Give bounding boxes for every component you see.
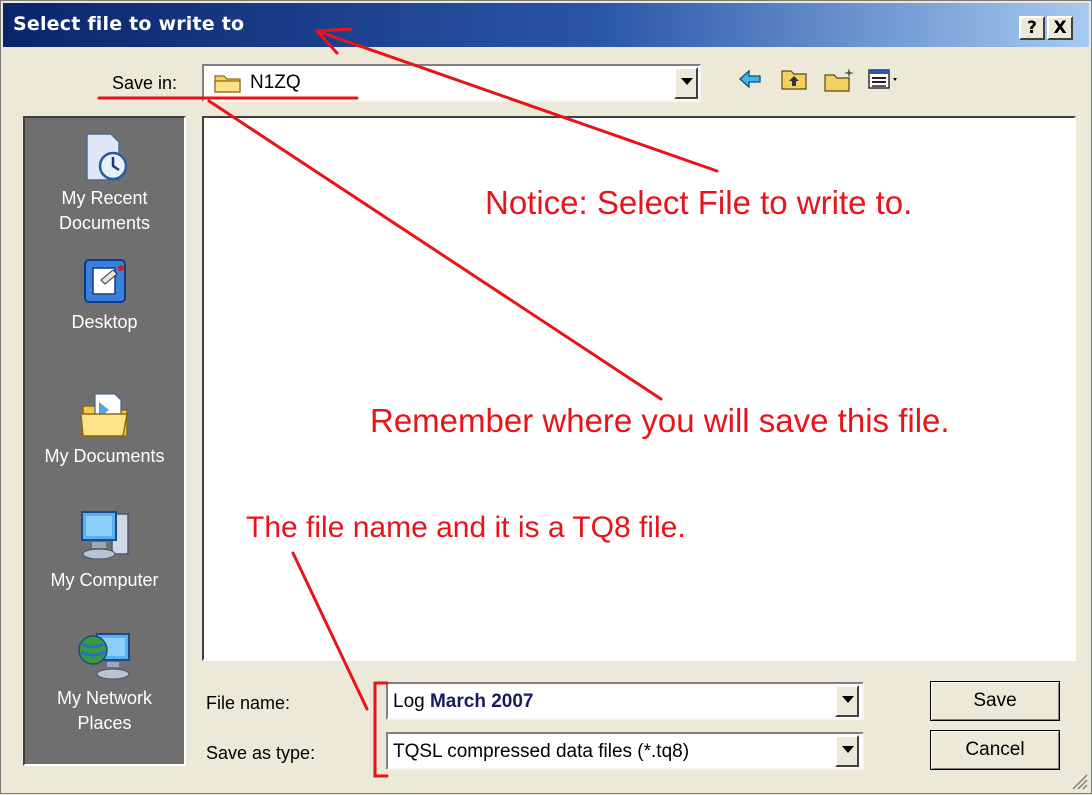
help-button[interactable]: ? <box>1019 16 1045 40</box>
place-label-line1: Desktop <box>71 312 138 332</box>
place-network-places[interactable]: My Network Places <box>25 626 184 736</box>
title-bar: Select file to write to ? X <box>3 3 1089 47</box>
cancel-button[interactable]: Cancel <box>930 730 1060 770</box>
annotation-remember: Remember where you will save this file. <box>370 402 950 439</box>
view-menu-icon[interactable] <box>867 67 903 91</box>
resize-grip-icon[interactable] <box>1069 771 1089 791</box>
my-computer-icon <box>80 511 129 560</box>
window-title: Select file to write to <box>13 13 245 35</box>
save-in-label: Save in: <box>112 73 178 93</box>
file-name-highlight: March 2007 <box>429 691 534 712</box>
place-my-computer[interactable]: My Computer <box>25 506 184 593</box>
network-places-icon <box>77 633 130 680</box>
close-button[interactable]: X <box>1047 16 1073 40</box>
back-arrow-icon[interactable] <box>737 67 763 91</box>
up-folder-icon[interactable] <box>780 67 808 91</box>
save-in-dropdown-button[interactable] <box>674 67 698 99</box>
place-my-documents[interactable]: My Documents <box>25 386 184 469</box>
save-as-type-select[interactable]: TQSL compressed data files (*.tq8) <box>386 732 864 770</box>
place-label-line1: My Recent <box>61 188 148 208</box>
file-name-prefix: Log <box>393 691 430 712</box>
place-label-line1: My Documents <box>44 446 165 466</box>
folder-icon <box>214 75 241 93</box>
place-desktop[interactable]: Desktop <box>25 256 184 335</box>
place-recent-documents[interactable]: My Recent Documents <box>25 130 184 236</box>
my-documents-icon <box>79 393 128 437</box>
save-as-type-dropdown-button[interactable] <box>835 735 859 767</box>
place-label-line1: My Computer <box>50 570 159 590</box>
save-in-combo[interactable]: N1ZQ <box>202 64 701 102</box>
file-name-field[interactable]: Log March 2007 <box>386 682 864 720</box>
save-as-type-label: Save as type: <box>206 743 316 763</box>
save-dialog: Select file to write to ? X Save in: N1Z… <box>0 0 1092 794</box>
recent-documents-icon <box>85 133 127 181</box>
annotation-notice: Notice: Select File to write to. <box>485 184 913 221</box>
file-name-dropdown-button[interactable] <box>835 685 859 717</box>
save-as-type-value: TQSL compressed data files (*.tq8) <box>393 741 690 762</box>
annotation-filename-note: The file name and it is a TQ8 file. <box>246 511 686 544</box>
new-folder-icon[interactable] <box>823 67 855 93</box>
file-name-value: Log March 2007 <box>393 691 534 713</box>
save-button[interactable]: Save <box>930 681 1060 721</box>
place-label-line1: My Network <box>56 688 152 708</box>
places-bar: My Recent Documents Desktop My Documents <box>23 116 186 766</box>
place-label-line2: Places <box>77 713 132 733</box>
save-in-value: N1ZQ <box>250 72 301 93</box>
place-label-line2: Documents <box>58 213 151 233</box>
desktop-icon <box>83 259 126 303</box>
file-name-label: File name: <box>206 693 291 713</box>
